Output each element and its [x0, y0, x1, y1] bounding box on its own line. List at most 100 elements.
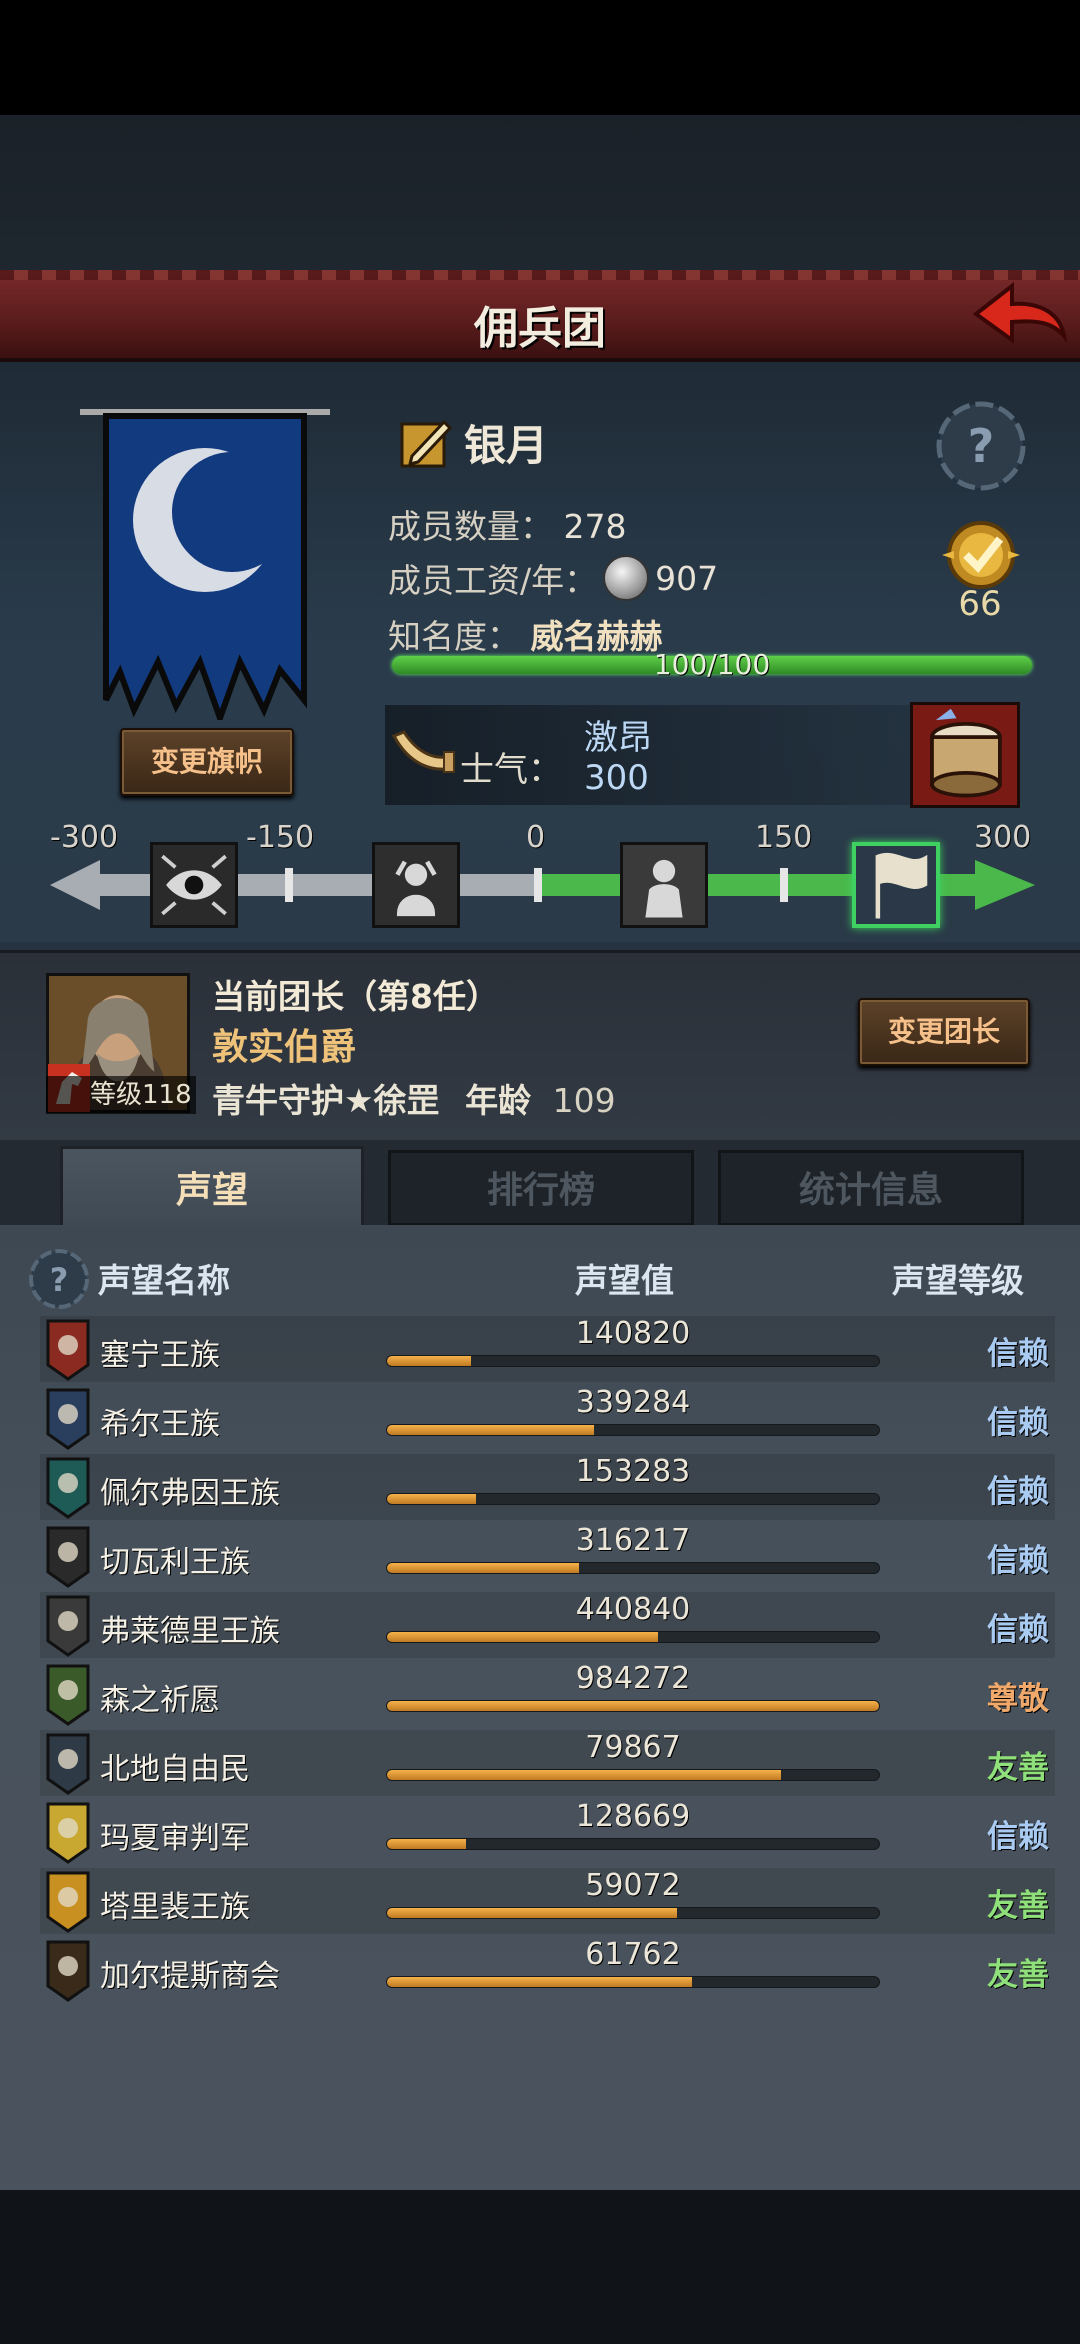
- faction-name: 佩尔弗因王族: [100, 1476, 280, 1511]
- morale-state: 激昂: [584, 718, 652, 758]
- faction-crest-icon: [46, 1457, 90, 1519]
- column-header-level: 声望等级: [892, 1261, 1024, 1300]
- table-row[interactable]: 切瓦利王族 316217 信赖: [40, 1523, 1055, 1589]
- reputation-value: 59072: [585, 1868, 681, 1903]
- reputation-value: 128669: [575, 1799, 691, 1834]
- war-drum-icon[interactable]: [910, 702, 1020, 808]
- reputation-value: 140820: [575, 1316, 691, 1351]
- reputation-help-icon[interactable]: ?: [28, 1248, 90, 1310]
- silver-coin-icon: [603, 555, 650, 601]
- reputation-bar: [386, 1493, 880, 1505]
- reputation-level: 信赖: [987, 1474, 1049, 1510]
- faction-crest-icon: [46, 1595, 90, 1657]
- morale-label: 士气：: [460, 750, 562, 790]
- page-title: 佣兵团: [474, 303, 606, 354]
- scale-label-low: -150: [246, 820, 315, 855]
- reputation-bar-fill: [387, 1563, 579, 1573]
- tab-statistics[interactable]: 统计信息: [718, 1150, 1024, 1226]
- member-count-value: 278: [563, 507, 627, 546]
- member-count-label: 成员数量：: [388, 507, 553, 546]
- commander-info: 青牛守护★徐罡 年龄 109: [212, 1074, 616, 1122]
- reputation-bar-fill: [387, 1356, 471, 1366]
- reputation-value: 153283: [575, 1454, 691, 1489]
- faction-crest-icon: [46, 1940, 90, 2002]
- back-arrow-icon[interactable]: [968, 276, 1068, 356]
- reputation-level: 友善: [987, 1957, 1049, 1993]
- change-leader-button[interactable]: 变更团长: [858, 998, 1030, 1066]
- title-bar: 佣兵团: [0, 270, 1080, 362]
- faction-crest-icon: [46, 1802, 90, 1864]
- edit-pencil-icon[interactable]: [396, 412, 456, 472]
- faction-crest-icon: [46, 1319, 90, 1381]
- reputation-bar: [386, 1838, 880, 1850]
- bottom-area: [0, 2190, 1080, 2344]
- reputation-bar-fill: [387, 1494, 476, 1504]
- table-row[interactable]: 玛夏审判军 128669 信赖: [40, 1799, 1055, 1865]
- faction-name: 森之祈愿: [100, 1683, 220, 1718]
- high-morale-flag-icon[interactable]: [852, 842, 940, 928]
- help-question-icon[interactable]: ?: [935, 400, 1027, 492]
- reputation-bar-fill: [387, 1632, 658, 1642]
- table-row[interactable]: 加尔提斯商会 61762 友善: [40, 1937, 1055, 2003]
- commander-name: 敦实伯爵: [212, 1027, 357, 1068]
- guild-name-row: 银月: [396, 412, 548, 472]
- table-row[interactable]: 弗莱德里王族 440840 信赖: [40, 1592, 1055, 1658]
- morale-value: 300: [584, 758, 649, 798]
- reputation-bar: [386, 1355, 880, 1367]
- svg-text:?: ?: [50, 1261, 69, 1299]
- commander-guardian: 青牛守护★徐罡: [212, 1081, 440, 1120]
- faction-name: 塔里裴王族: [100, 1890, 250, 1925]
- reputation-bar: [386, 1424, 880, 1436]
- commander-title: 当前团长（第8任）: [212, 977, 499, 1016]
- faction-name: 加尔提斯商会: [100, 1959, 280, 1994]
- reputation-level: 尊敬: [987, 1681, 1049, 1717]
- table-row[interactable]: 希尔王族 339284 信赖: [40, 1385, 1055, 1451]
- column-header-value: 声望值: [575, 1261, 674, 1300]
- faction-name: 弗莱德里王族: [100, 1614, 280, 1649]
- reputation-value: 316217: [575, 1523, 691, 1558]
- table-row[interactable]: 塔里裴王族 59072 友善: [40, 1868, 1055, 1934]
- faction-name: 切瓦利王族: [100, 1545, 250, 1580]
- svg-text:?: ?: [968, 419, 995, 473]
- reputation-bar-fill: [387, 1425, 594, 1435]
- table-row[interactable]: 塞宁王族 140820 信赖: [40, 1316, 1055, 1382]
- reputation-level: 信赖: [987, 1336, 1049, 1372]
- fame-progress-text: 100/100: [653, 648, 771, 681]
- scale-label-high: 150: [755, 820, 813, 855]
- table-row[interactable]: 森之祈愿 984272 尊敬: [40, 1661, 1055, 1727]
- reputation-bar-fill: [387, 1770, 781, 1780]
- scale-label-min: -300: [50, 820, 119, 855]
- morale-scale: -300 -150 0 150 300: [50, 820, 1035, 930]
- table-row[interactable]: 北地自由民 79867 友善: [40, 1730, 1055, 1796]
- despair-eye-icon[interactable]: [150, 842, 238, 928]
- calm-figure-icon[interactable]: [620, 842, 708, 928]
- change-flag-button[interactable]: 变更旗帜: [120, 728, 294, 796]
- reputation-value: 440840: [575, 1592, 691, 1627]
- reputation-level: 友善: [987, 1750, 1049, 1786]
- reputation-bar-fill: [387, 1839, 466, 1849]
- tab-ranking[interactable]: 排行榜: [388, 1150, 694, 1226]
- member-wage: 成员工资/年： 907: [388, 554, 718, 602]
- reputation-bar-fill: [387, 1977, 693, 1987]
- faction-name: 塞宁王族: [100, 1338, 220, 1373]
- reputation-value: 61762: [585, 1937, 681, 1972]
- reputation-bar: [386, 1976, 880, 1988]
- guild-name: 银月: [464, 420, 549, 470]
- reputation-level: 信赖: [987, 1543, 1049, 1579]
- war-horn-icon: [391, 730, 455, 773]
- reputation-value: 984272: [575, 1661, 691, 1696]
- reputation-bar: [386, 1631, 880, 1643]
- reputation-level: 信赖: [987, 1405, 1049, 1441]
- faction-crest-icon: [46, 1526, 90, 1588]
- reputation-bar-fill: [387, 1701, 879, 1711]
- fear-figure-icon[interactable]: [372, 842, 460, 928]
- reputation-bar: [386, 1769, 880, 1781]
- table-row[interactable]: 佩尔弗因王族 153283 信赖: [40, 1454, 1055, 1520]
- wage-label: 成员工资/年：: [388, 561, 598, 600]
- faction-crest-icon: [46, 1733, 90, 1795]
- reputation-bar: [386, 1562, 880, 1574]
- status-bar-area: [0, 0, 1080, 115]
- reputation-value: 79867: [585, 1730, 681, 1765]
- reputation-level: 信赖: [987, 1819, 1049, 1855]
- reputation-bar-fill: [387, 1908, 678, 1918]
